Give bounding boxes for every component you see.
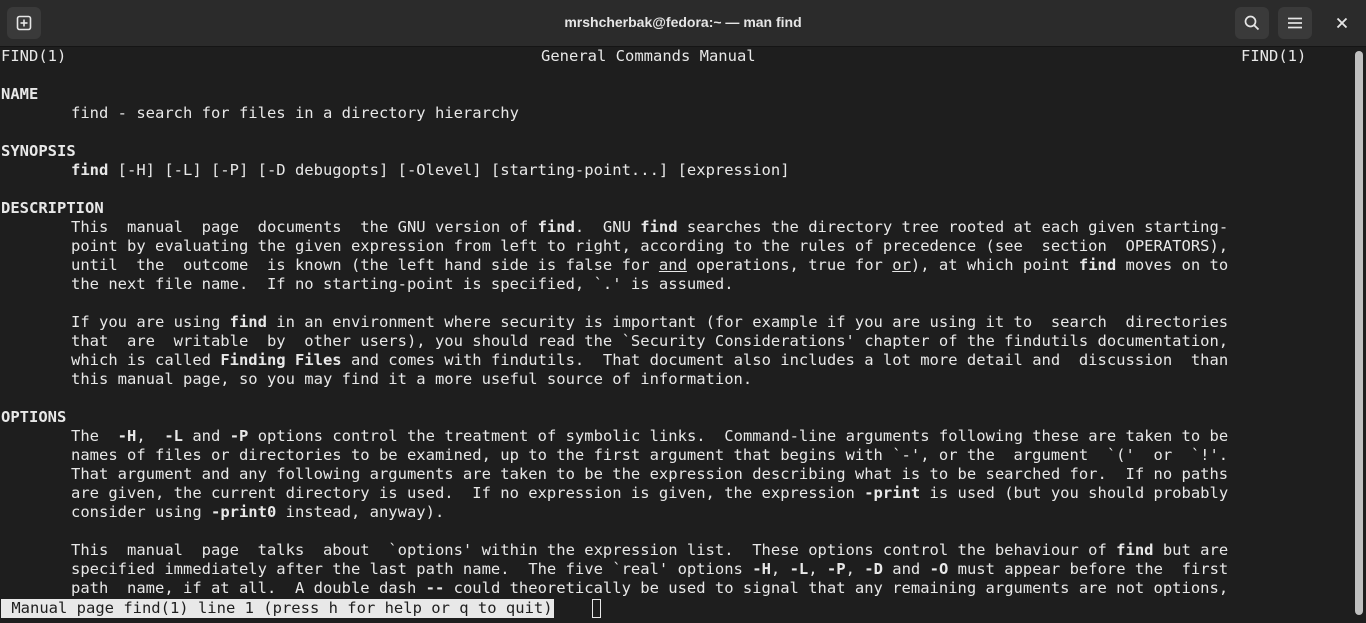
options-line: That argument and any following argument… [71, 465, 1229, 483]
options-line: names of files or directories to be exam… [71, 446, 1229, 464]
pager-status-line: Manual page find(1) line 1 (press h for … [1, 599, 554, 618]
title-bar: mrshcherbak@fedora:~ — man find [0, 0, 1366, 47]
options-line: path name, if at all. A double dash -- c… [71, 579, 1229, 597]
description-line: the next file name. If no starting-point… [71, 275, 734, 293]
name-text: find - search for files in a directory h… [71, 104, 519, 122]
search-button[interactable] [1235, 7, 1269, 39]
new-tab-icon [16, 15, 32, 31]
description-line: This manual page documents the GNU versi… [71, 218, 1229, 236]
scrollbar[interactable] [1352, 47, 1366, 623]
description-line: that are writable by other users), you s… [71, 332, 1229, 350]
options-line: specified immediately after the last pat… [71, 560, 1229, 578]
text-cursor [592, 599, 601, 618]
description-line: until the outcome is known (the left han… [71, 256, 1229, 274]
section-description-heading: DESCRIPTION [1, 199, 104, 217]
close-button[interactable] [1325, 7, 1359, 39]
description-line: which is called Finding Files and comes … [71, 351, 1229, 369]
description-line: this manual page, so you may find it a m… [71, 370, 753, 388]
close-icon [1336, 17, 1348, 29]
search-icon [1244, 15, 1260, 31]
section-synopsis-heading: SYNOPSIS [1, 142, 76, 160]
hamburger-menu-icon [1288, 17, 1302, 29]
new-tab-button[interactable] [7, 7, 41, 39]
description-line: If you are using find in an environment … [71, 313, 1229, 331]
synopsis-line: find [-H] [-L] [-P] [-D debugopts] [-Ole… [71, 161, 790, 180]
options-line: are given, the current directory is used… [71, 484, 1229, 502]
window-title: mrshcherbak@fedora:~ — man find [564, 14, 802, 30]
terminal-view[interactable]: FIND(1) General Commands Manual FIND(1) … [0, 47, 1352, 623]
synopsis-command: find [71, 161, 109, 179]
man-header-right: FIND(1) [1241, 47, 1307, 65]
synopsis-args: [-H] [-L] [-P] [-D debugopts] [-Olevel] … [108, 161, 790, 179]
man-header-left: FIND(1) [1, 47, 67, 65]
menu-button[interactable] [1278, 7, 1312, 39]
section-name-heading: NAME [1, 85, 39, 103]
section-options-heading: OPTIONS [1, 408, 67, 426]
options-line: consider using -print0 instead, anyway). [71, 503, 445, 521]
description-line: point by evaluating the given expression… [71, 237, 1229, 255]
options-line: The -H, -L and -P options control the tr… [71, 427, 1229, 445]
options-line: This manual page talks about `options' w… [71, 541, 1229, 559]
man-header-center: General Commands Manual [541, 47, 756, 65]
scrollbar-thumb[interactable] [1355, 51, 1363, 615]
